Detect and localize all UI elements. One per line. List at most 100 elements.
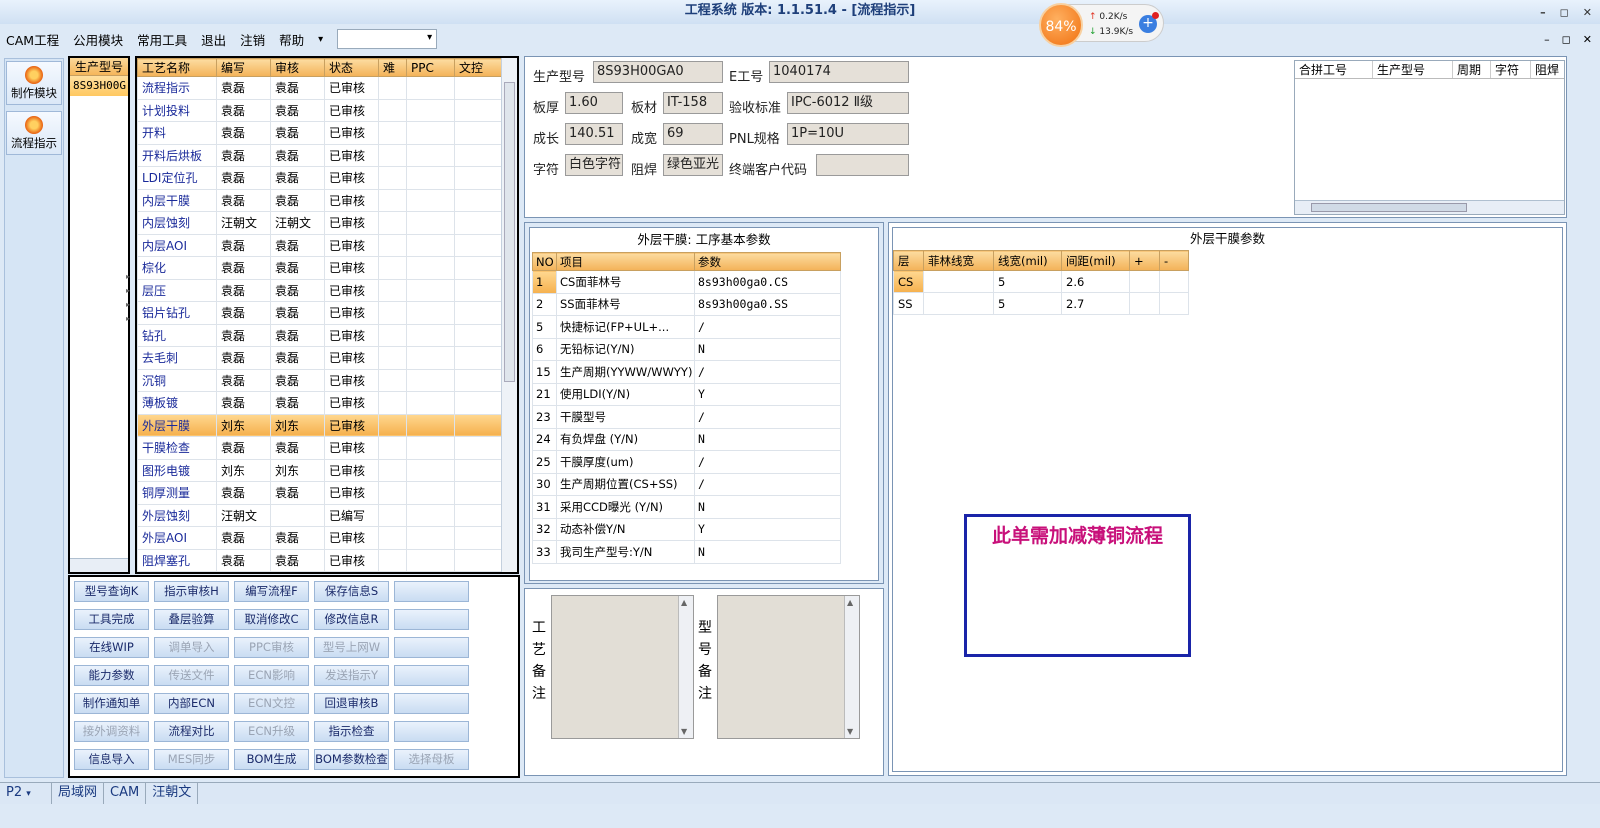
process-remarks-textarea[interactable] [551,595,694,739]
process-col-header[interactable]: 审核 [270,58,325,77]
function-button[interactable]: 传送文件 [154,665,229,686]
menu-more-icon[interactable]: ▾ [318,34,323,45]
table-row[interactable]: 1 CS面菲林号 8s93h00ga0.CS [532,270,841,294]
table-row[interactable]: 32 动态补偿Y/N Y [532,517,841,541]
table-row[interactable]: 2 SS面菲林号 8s93h00ga0.SS [532,292,841,316]
function-button[interactable] [394,609,469,630]
process-col-header[interactable]: 编写 [216,58,271,77]
params-col-header[interactable]: 参数 [694,252,841,271]
function-button[interactable] [394,581,469,602]
table-row[interactable]: 33 我司生产型号:Y/N N [532,540,841,564]
part-remarks-textarea[interactable] [717,595,860,739]
merge-scrollbar-thumb[interactable] [1311,203,1467,212]
function-button[interactable]: 取消修改C [234,609,309,630]
process-col-header[interactable]: 状态 [324,58,379,77]
function-button[interactable]: 回退审核B [314,693,389,714]
table-row[interactable]: 钻孔 袁磊 袁磊 已审核 [137,323,502,347]
merge-col-mask[interactable]: 阻焊 [1531,61,1564,78]
merge-table-scrollbar[interactable] [1295,200,1564,214]
table-row[interactable]: 外层AOI 袁磊 袁磊 已审核 [137,526,502,550]
function-button[interactable]: 型号上网W [314,637,389,658]
function-button[interactable]: 发送指示Y [314,665,389,686]
table-row[interactable]: 开料后烘板 袁磊 袁磊 已审核 [137,143,502,167]
menu-help[interactable]: 帮助 [279,30,304,49]
function-button[interactable]: ECN文控 [234,693,309,714]
make-module-button[interactable]: 制作模块 [6,61,62,105]
film-col-header[interactable]: 菲林线宽 [923,250,994,271]
solder-mask-field[interactable]: 绿色亚光 [663,154,723,176]
function-button[interactable]: 接外调资料 [74,721,149,742]
minimize-icon[interactable]: – [1540,2,1546,24]
menu-combo-box[interactable] [337,29,438,49]
menu-logout[interactable]: 注销 [240,30,265,49]
function-button[interactable]: BOM参数检查 [314,749,389,770]
function-button[interactable] [394,637,469,658]
process-col-header[interactable]: 文控 [454,58,502,77]
table-row[interactable]: 内层AOI 袁磊 袁磊 已审核 [137,233,502,257]
function-button[interactable]: 保存信息S [314,581,389,602]
table-row[interactable]: CS 5 2.6 [893,270,1189,293]
function-button[interactable]: 指示检查 [314,721,389,742]
film-col-header[interactable]: 层 [893,250,924,271]
length-field[interactable]: 140.51 [565,123,623,145]
params-col-header[interactable]: 项目 [556,252,695,271]
table-row[interactable]: 开料 袁磊 袁磊 已审核 [137,121,502,145]
film-col-header[interactable]: + [1129,250,1160,271]
table-row[interactable]: 内层干膜 袁磊 袁磊 已审核 [137,188,502,212]
menu-common-module[interactable]: 公用模块 [73,30,123,49]
page-selector[interactable]: P2 ▾ [0,783,52,804]
process-remarks-scrollbar[interactable] [678,596,693,738]
table-row[interactable]: 外层干膜 刘东 刘东 已审核 [137,413,502,437]
menu-cam[interactable]: CAM工程 [6,30,59,49]
film-col-header[interactable]: 线宽(mil) [993,250,1062,271]
table-row[interactable]: SS 5 2.7 [893,292,1189,315]
params-col-header[interactable]: NO [532,252,557,271]
table-row[interactable]: 干膜检查 袁磊 袁磊 已审核 [137,436,502,460]
function-button[interactable]: BOM生成 [234,749,309,770]
function-button[interactable]: 修改信息R [314,609,389,630]
function-button[interactable]: 型号查询K [74,581,149,602]
table-row[interactable]: 铝片钻孔 袁磊 袁磊 已审核 [137,301,502,325]
part-list-row[interactable]: 8S93H00G [70,76,128,96]
table-row[interactable]: 计划投料 袁磊 袁磊 已审核 [137,98,502,122]
process-col-header[interactable]: 工艺名称 [137,58,217,77]
function-button[interactable]: 在线WIP [74,637,149,658]
function-button[interactable]: MES同步 [154,749,229,770]
mdi-restore-icon[interactable]: ◻ [1562,33,1571,46]
table-row[interactable]: 外层蚀刻 汪朝文 已编写 [137,503,502,527]
table-row[interactable]: 23 干膜型号 / [532,405,841,429]
scrollbar-thumb[interactable] [504,82,515,382]
table-row[interactable]: 沉铜 袁磊 袁磊 已审核 [137,368,502,392]
process-table-scrollbar[interactable] [501,58,517,572]
function-button[interactable]: 选择母板 [394,749,469,770]
function-button[interactable]: 制作通知单 [74,693,149,714]
process-col-header[interactable]: PPC [406,58,455,77]
merge-col-job[interactable]: 合拼工号 [1295,61,1373,78]
function-button[interactable]: 工具完成 [74,609,149,630]
merge-col-char[interactable]: 字符 [1491,61,1531,78]
table-row[interactable]: 去毛刺 袁磊 袁磊 已审核 [137,346,502,370]
function-button[interactable]: 信息导入 [74,749,149,770]
table-row[interactable]: 铜厚测量 袁磊 袁磊 已审核 [137,481,502,505]
part-list-header[interactable]: 生产型号 [70,58,128,76]
table-row[interactable]: 30 生产周期位置(CS+SS) / [532,472,841,496]
table-row[interactable]: 25 干膜厚度(um) / [532,450,841,474]
function-button[interactable]: PPC审核 [234,637,309,658]
process-instruction-button[interactable]: 流程指示 [6,111,62,155]
process-col-header[interactable]: 难 [378,58,407,77]
function-button[interactable]: 编写流程F [234,581,309,602]
table-row[interactable]: 6 无铅标记(Y/N) N [532,337,841,361]
close-icon[interactable]: ✕ [1583,2,1592,24]
table-row[interactable]: 阻焊塞孔 袁磊 袁磊 已审核 [137,548,502,572]
merge-col-part[interactable]: 生产型号 [1373,61,1453,78]
table-row[interactable]: 内层蚀刻 汪朝文 汪朝文 已审核 [137,211,502,235]
merge-col-period[interactable]: 周期 [1453,61,1491,78]
table-row[interactable]: 图形电镀 刘东 刘东 已审核 [137,458,502,482]
part-list-scrollbar[interactable] [70,558,128,572]
function-button[interactable]: ECN升级 [234,721,309,742]
menu-exit[interactable]: 退出 [201,30,226,49]
maximize-icon[interactable]: ◻ [1560,2,1569,24]
table-row[interactable]: 31 采用CCD曝光 (Y/N) N [532,495,841,519]
material-field[interactable]: IT-158 [663,92,723,114]
function-button[interactable]: 流程对比 [154,721,229,742]
